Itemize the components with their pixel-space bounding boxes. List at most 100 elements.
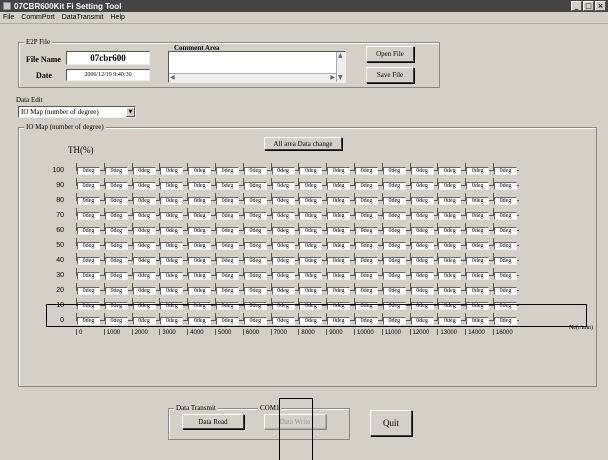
map-cell[interactable]: 0deg: [104, 197, 128, 205]
map-cell[interactable]: 0deg: [132, 272, 156, 280]
menu-help[interactable]: Help: [111, 14, 125, 21]
map-cell[interactable]: 0deg: [355, 182, 378, 190]
map-cell[interactable]: 0deg: [132, 212, 156, 220]
map-cell[interactable]: 0deg: [243, 242, 267, 250]
data-read-button[interactable]: Data Read: [182, 414, 244, 429]
map-cell[interactable]: 0deg: [355, 212, 378, 220]
map-cell[interactable]: 0deg: [438, 212, 462, 220]
map-cell[interactable]: 0deg: [466, 272, 490, 280]
map-cell[interactable]: 0deg: [77, 212, 100, 220]
map-cell[interactable]: 0deg: [299, 242, 323, 250]
map-cell[interactable]: 0deg: [160, 167, 184, 175]
map-cell[interactable]: 0deg: [132, 257, 156, 265]
map-cell[interactable]: 0deg: [494, 287, 517, 295]
map-cell[interactable]: 0deg: [355, 167, 378, 175]
map-cell[interactable]: 0deg: [299, 302, 323, 310]
map-cell[interactable]: 0deg: [132, 317, 156, 325]
map-cell[interactable]: 0deg: [243, 212, 267, 220]
map-cell[interactable]: 0deg: [327, 287, 351, 295]
map-cell[interactable]: 0deg: [160, 302, 184, 310]
map-cell[interactable]: 0deg: [271, 212, 295, 220]
map-cell[interactable]: 0deg: [494, 317, 517, 325]
map-cell[interactable]: 0deg: [104, 287, 128, 295]
map-cell[interactable]: 0deg: [438, 227, 462, 235]
map-cell[interactable]: 0deg: [382, 317, 406, 325]
map-cell[interactable]: 0deg: [243, 227, 267, 235]
data-write-button[interactable]: Data Write: [264, 414, 326, 429]
map-cell[interactable]: 0deg: [243, 287, 267, 295]
map-cell[interactable]: 0deg: [271, 302, 295, 310]
comment-hscroll[interactable]: ◀ ▶: [169, 73, 336, 82]
map-cell[interactable]: 0deg: [494, 167, 517, 175]
map-cell[interactable]: 0deg: [188, 182, 212, 190]
map-cell[interactable]: 0deg: [160, 242, 184, 250]
map-cell[interactable]: 0deg: [327, 302, 351, 310]
map-cell[interactable]: 0deg: [77, 272, 100, 280]
map-cell[interactable]: 0deg: [410, 182, 434, 190]
map-cell[interactable]: 0deg: [104, 212, 128, 220]
map-cell[interactable]: 0deg: [188, 257, 212, 265]
map-cell[interactable]: 0deg: [327, 182, 351, 190]
map-cell[interactable]: 0deg: [188, 197, 212, 205]
map-cell[interactable]: 0deg: [382, 242, 406, 250]
map-cell[interactable]: 0deg: [382, 212, 406, 220]
map-cell[interactable]: 0deg: [382, 257, 406, 265]
map-cell[interactable]: 0deg: [104, 317, 128, 325]
map-cell[interactable]: 0deg: [77, 242, 100, 250]
map-cell[interactable]: 0deg: [104, 182, 128, 190]
map-cell[interactable]: 0deg: [410, 242, 434, 250]
map-cell[interactable]: 0deg: [243, 197, 267, 205]
map-cell[interactable]: 0deg: [438, 257, 462, 265]
map-cell[interactable]: 0deg: [382, 197, 406, 205]
map-cell[interactable]: 0deg: [299, 227, 323, 235]
map-cell[interactable]: 0deg: [466, 182, 490, 190]
map-cell[interactable]: 0deg: [77, 287, 100, 295]
quit-button[interactable]: Quit: [370, 410, 412, 436]
map-cell[interactable]: 0deg: [77, 317, 100, 325]
map-cell[interactable]: 0deg: [188, 272, 212, 280]
map-cell[interactable]: 0deg: [494, 272, 517, 280]
map-cell[interactable]: 0deg: [77, 302, 100, 310]
map-cell[interactable]: 0deg: [438, 242, 462, 250]
map-cell[interactable]: 0deg: [104, 242, 128, 250]
map-cell[interactable]: 0deg: [188, 212, 212, 220]
map-cell[interactable]: 0deg: [160, 272, 184, 280]
map-cell[interactable]: 0deg: [466, 242, 490, 250]
map-cell[interactable]: 0deg: [494, 212, 517, 220]
map-cell[interactable]: 0deg: [216, 242, 239, 250]
map-cell[interactable]: 0deg: [494, 257, 517, 265]
map-cell[interactable]: 0deg: [410, 212, 434, 220]
save-file-button[interactable]: Save File: [366, 67, 414, 83]
map-cell[interactable]: 0deg: [188, 317, 212, 325]
map-cell[interactable]: 0deg: [104, 167, 128, 175]
map-cell[interactable]: 0deg: [382, 302, 406, 310]
map-cell[interactable]: 0deg: [243, 302, 267, 310]
map-cell[interactable]: 0deg: [410, 257, 434, 265]
map-cell[interactable]: 0deg: [466, 287, 490, 295]
map-cell[interactable]: 0deg: [438, 287, 462, 295]
map-cell[interactable]: 0deg: [271, 272, 295, 280]
map-cell[interactable]: 0deg: [77, 197, 100, 205]
map-cell[interactable]: 0deg: [216, 302, 239, 310]
map-cell[interactable]: 0deg: [243, 272, 267, 280]
map-cell[interactable]: 0deg: [104, 302, 128, 310]
minimize-icon[interactable]: _: [571, 1, 582, 11]
map-cell[interactable]: 0deg: [216, 197, 239, 205]
map-cell[interactable]: 0deg: [410, 287, 434, 295]
map-cell[interactable]: 0deg: [160, 182, 184, 190]
menu-datatransmit[interactable]: DataTransmit: [62, 14, 104, 21]
map-cell[interactable]: 0deg: [132, 182, 156, 190]
map-cell[interactable]: 0deg: [188, 242, 212, 250]
map-cell[interactable]: 0deg: [466, 212, 490, 220]
map-cell[interactable]: 0deg: [355, 287, 378, 295]
map-cell[interactable]: 0deg: [494, 227, 517, 235]
map-cell[interactable]: 0deg: [494, 182, 517, 190]
map-cell[interactable]: 0deg: [466, 227, 490, 235]
map-cell[interactable]: 0deg: [410, 167, 434, 175]
comment-area-input[interactable]: ▲ ▼ ◀ ▶: [168, 51, 346, 83]
map-cell[interactable]: 0deg: [216, 182, 239, 190]
map-cell[interactable]: 0deg: [160, 257, 184, 265]
map-cell[interactable]: 0deg: [160, 287, 184, 295]
map-cell[interactable]: 0deg: [132, 242, 156, 250]
map-cell[interactable]: 0deg: [216, 272, 239, 280]
